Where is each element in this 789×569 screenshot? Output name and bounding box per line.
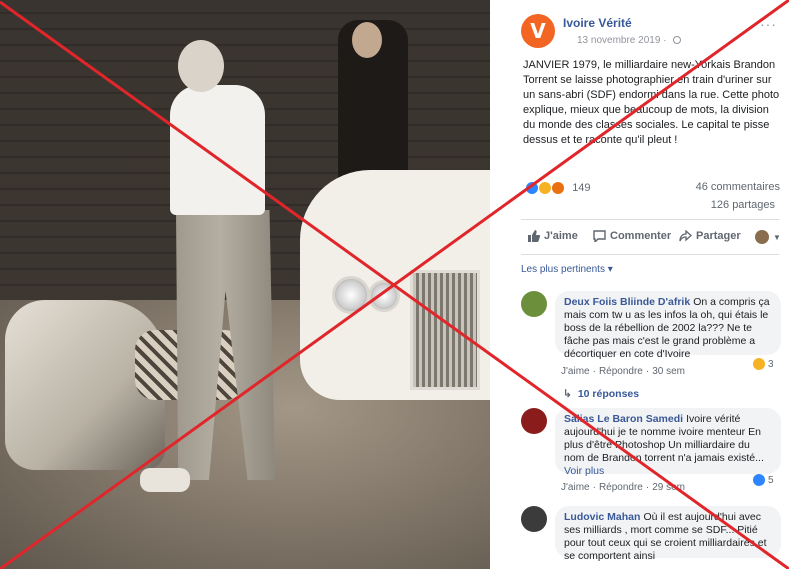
photo-car-headlight xyxy=(332,276,370,314)
thumbs-up-icon xyxy=(528,230,540,242)
more-options-icon[interactable]: ··· xyxy=(760,16,777,32)
chevron-down-icon: ▼ xyxy=(773,232,781,242)
comment-like-link[interactable]: J'aime xyxy=(561,366,590,377)
angry-icon xyxy=(551,181,566,195)
divider xyxy=(521,219,779,220)
photo-man-shirt xyxy=(170,85,265,215)
avatar[interactable] xyxy=(521,291,547,317)
post-as-selector[interactable]: ▼ xyxy=(755,230,781,244)
photo-man-head xyxy=(178,40,224,92)
like-icon xyxy=(753,474,765,486)
comment-time[interactable]: 29 sem xyxy=(652,482,685,493)
reply-arrow-icon: ↳ xyxy=(563,388,572,400)
replies-label: 10 réponses xyxy=(577,388,640,400)
avatar[interactable] xyxy=(521,506,547,532)
see-more-link[interactable]: Voir plus xyxy=(564,465,604,477)
comment-reaction-count: 3 xyxy=(768,358,774,370)
comment-button[interactable]: Commenter xyxy=(593,230,671,242)
reaction-count: 149 xyxy=(572,182,591,194)
page-name-link[interactable]: Ivoire Vérité xyxy=(563,16,632,30)
comment-reactions[interactable]: 5 xyxy=(753,474,774,486)
comment-reaction-count: 5 xyxy=(768,474,774,486)
share-icon xyxy=(679,230,692,242)
action-bar: J'aime Commenter Partager ▼ xyxy=(525,228,785,248)
avatar[interactable] xyxy=(521,408,547,434)
comment-reply-link[interactable]: Répondre xyxy=(599,482,643,493)
comment-reply-link[interactable]: Répondre xyxy=(599,366,643,377)
photo-car-headlight xyxy=(368,280,400,312)
view-replies-link[interactable]: ↳ 10 réponses xyxy=(563,388,639,400)
chevron-down-icon: ▾ xyxy=(607,264,613,275)
photo-man-shoe xyxy=(140,468,190,492)
comment-time[interactable]: 30 sem xyxy=(652,366,685,377)
comment-sort-dropdown[interactable]: Les plus pertinents ▾ xyxy=(521,264,613,275)
page-logo[interactable]: V xyxy=(521,14,555,48)
post-panel: V Ivoire Vérité 13 novembre 2019 · ··· J… xyxy=(511,0,789,569)
comments-count-link[interactable]: 46 commentaires xyxy=(696,181,780,193)
globe-icon xyxy=(673,36,682,44)
post-header: V Ivoire Vérité 13 novembre 2019 · ··· xyxy=(521,14,781,48)
comment-bubble: Deux Foiis Bliinde D'afrik On a compris ç… xyxy=(555,291,781,360)
comment-author[interactable]: Ludovic Mahan xyxy=(564,511,640,523)
post-photo[interactable] xyxy=(0,0,490,569)
post-date-text: 13 novembre 2019 xyxy=(577,35,661,46)
post-date[interactable]: 13 novembre 2019 · xyxy=(577,35,682,46)
sad-icon xyxy=(538,181,553,195)
comment-icon xyxy=(593,230,606,242)
divider xyxy=(521,254,779,255)
reactions-bar[interactable]: 149 46 commentaires xyxy=(525,181,780,197)
photo-car-grill xyxy=(410,270,480,390)
comment-bubble: Salias Le Baron Samedi Ivoire vérité aujo… xyxy=(555,408,781,477)
comment-like-link[interactable]: J'aime xyxy=(561,482,590,493)
haha-icon xyxy=(753,358,765,370)
share-label: Partager xyxy=(696,230,741,242)
comment-meta: J'aime · Répondre · 30 sem xyxy=(561,366,685,377)
comment-bubble: Ludovic Mahan Où il est aujourd'hui avec … xyxy=(555,506,781,562)
post-text: JANVIER 1979, le milliardaire new-Yorkai… xyxy=(523,59,780,146)
like-label: J'aime xyxy=(544,230,578,242)
like-button[interactable]: J'aime xyxy=(527,230,578,242)
shares-count-link[interactable]: 126 partages xyxy=(711,199,775,211)
comment-meta: J'aime · Répondre · 29 sem xyxy=(561,482,685,493)
photo-valet-head xyxy=(352,22,382,58)
comment-reactions[interactable]: 3 xyxy=(753,358,774,370)
avatar xyxy=(755,230,769,244)
sort-label: Les plus pertinents xyxy=(521,264,605,275)
comment-author[interactable]: Salias Le Baron Samedi xyxy=(564,413,683,425)
comment-author[interactable]: Deux Foiis Bliinde D'afrik xyxy=(564,296,690,308)
comment-label: Commenter xyxy=(610,230,672,242)
share-button[interactable]: Partager xyxy=(679,230,741,242)
like-icon xyxy=(525,181,539,195)
